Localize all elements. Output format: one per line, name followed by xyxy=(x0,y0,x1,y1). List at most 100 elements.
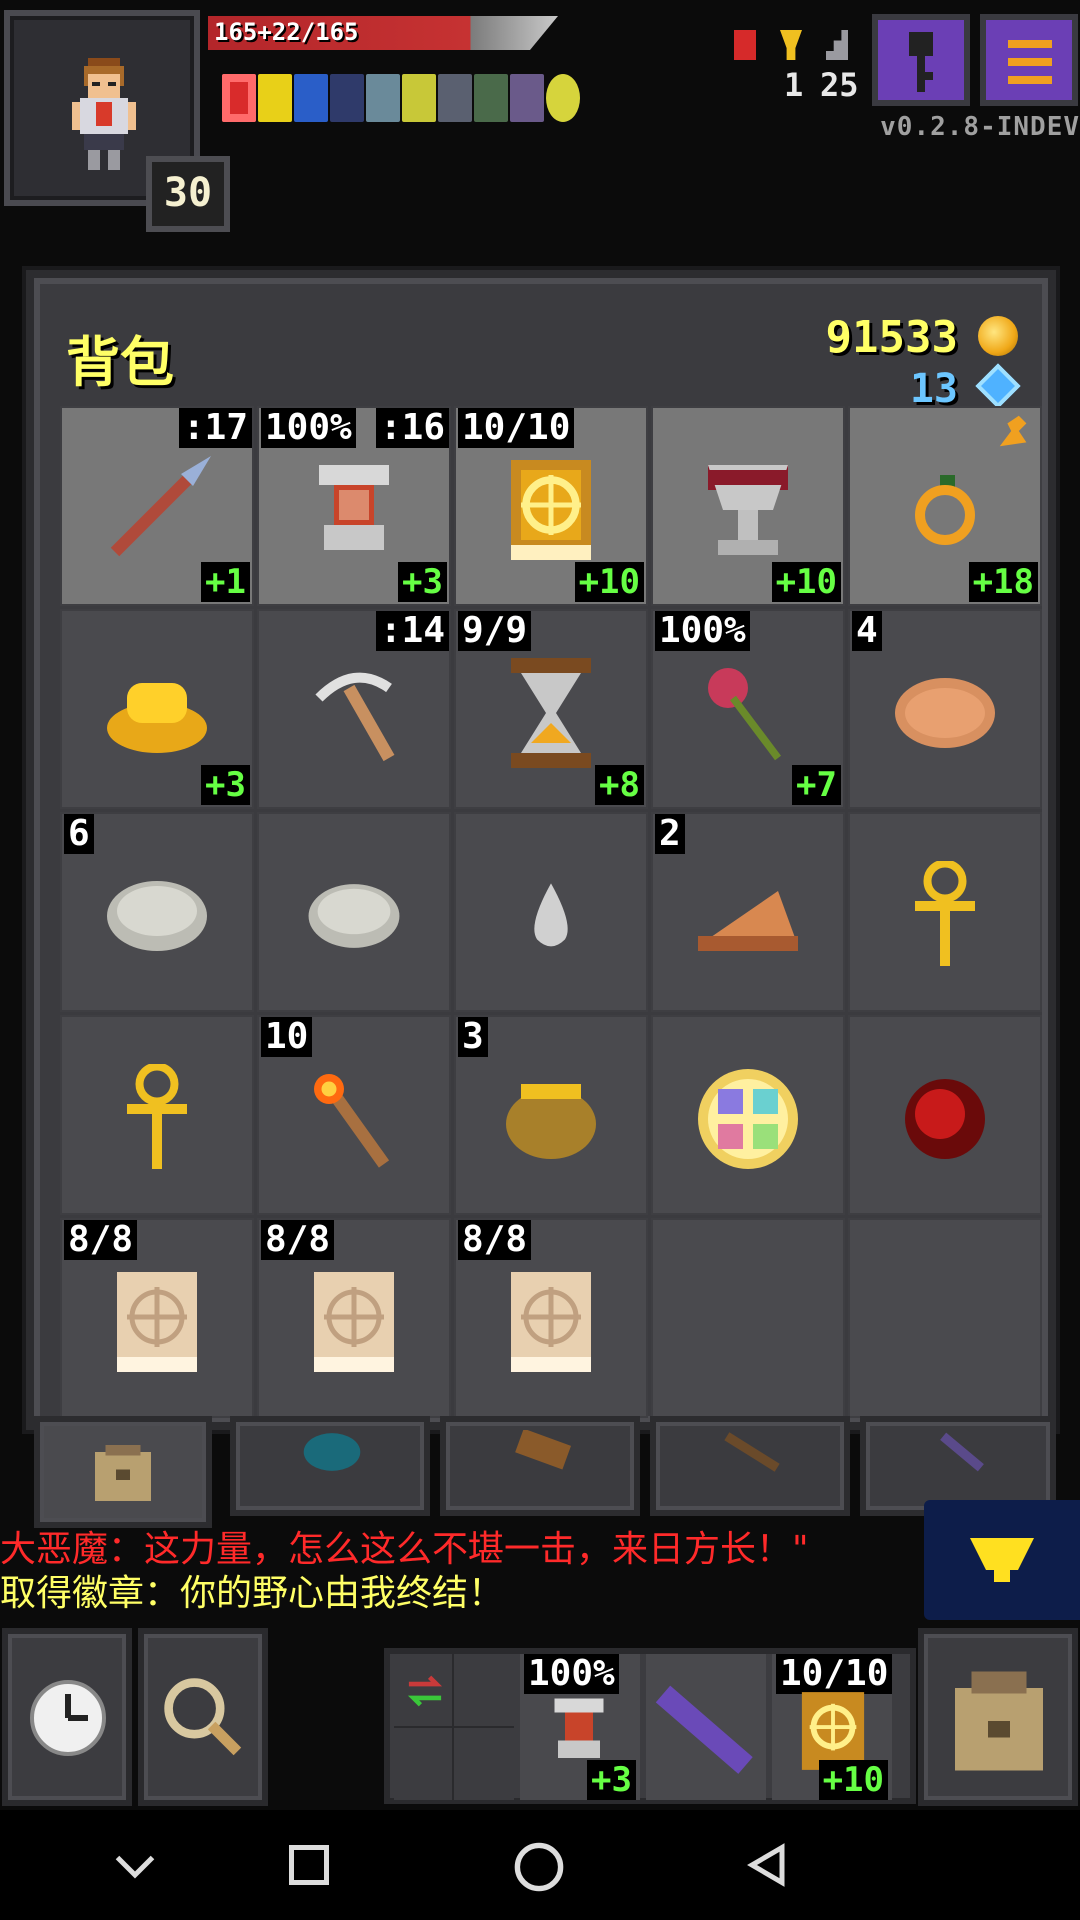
health-text: 165+22/165 xyxy=(214,18,359,46)
quickslot-swap[interactable] xyxy=(394,1654,514,1800)
inventory-slot[interactable] xyxy=(651,1015,845,1215)
spellbook-icon xyxy=(511,460,591,560)
slot-charge: :16 xyxy=(375,408,449,448)
scroll-holder-icon xyxy=(515,1430,572,1470)
inventory-slot[interactable]: 8/8 xyxy=(257,1218,451,1418)
inventory-grid: :17 +1 100% :16 +3 10/10 +10 +10 +18 +3 … xyxy=(60,406,1042,1418)
inventory-button[interactable] xyxy=(918,1628,1078,1806)
armor-icon xyxy=(319,465,389,550)
backpack-icon xyxy=(95,1445,151,1501)
quickslot[interactable]: 10/10 +10 xyxy=(772,1654,893,1800)
counter-a: 1 xyxy=(784,66,804,104)
chalice-icon xyxy=(708,465,788,555)
red-orb-icon xyxy=(905,1079,985,1159)
buff-icon[interactable] xyxy=(402,74,436,122)
inventory-slot[interactable] xyxy=(848,1015,1042,1215)
back-icon[interactable] xyxy=(742,1840,792,1890)
menu-button[interactable] xyxy=(980,14,1078,106)
slot-status: 8/8 xyxy=(458,1220,532,1260)
slot-upgrade: +3 xyxy=(587,1760,636,1800)
inventory-slot[interactable]: 2 xyxy=(651,812,845,1012)
inventory-slot[interactable]: 8/8 xyxy=(454,1218,648,1418)
ring-icon xyxy=(915,475,975,545)
rose-icon xyxy=(708,668,781,761)
log-line: 大恶魔：这力量，怎么这么不堪一击，来日方长！" xyxy=(0,1529,809,1570)
ankh-icon xyxy=(915,861,975,966)
inventory-slot[interactable]: 100% +7 xyxy=(651,609,845,809)
backpack-title: 背包 xyxy=(66,331,174,394)
slot-status: 100% xyxy=(524,1654,619,1694)
slot-status: 8/8 xyxy=(64,1220,138,1260)
quickslot-bar: 100% +3 10/10 +10 xyxy=(384,1648,916,1804)
slot-upgrade: +1 xyxy=(201,562,250,602)
slot-upgrade: +3 xyxy=(201,765,250,805)
buff-icon[interactable] xyxy=(294,74,328,122)
slot-count: 6 xyxy=(64,814,94,854)
buff-icon[interactable] xyxy=(438,74,472,122)
inventory-slot[interactable] xyxy=(454,812,648,1012)
tab-backpack[interactable] xyxy=(34,1416,212,1528)
challenge-icon xyxy=(734,30,756,60)
hud: 30 165+22/165 1 25 v0.2.8-INDEV xyxy=(0,0,1080,250)
buff-icon[interactable] xyxy=(222,74,256,122)
buff-icon[interactable] xyxy=(258,74,292,122)
tab-scroll-holder[interactable] xyxy=(440,1416,640,1516)
buff-icon[interactable] xyxy=(366,74,400,122)
inventory-slot[interactable]: 3 xyxy=(454,1015,648,1215)
inventory-slot[interactable]: 9/9 +8 xyxy=(454,609,648,809)
slot-upgrade: +7 xyxy=(792,765,841,805)
buff-icon[interactable] xyxy=(330,74,364,122)
slot-count: 2 xyxy=(655,814,685,854)
swap-icon xyxy=(407,1675,443,1707)
bag-tabs xyxy=(34,1416,1064,1536)
buff-icon[interactable] xyxy=(474,74,508,122)
hero-sprite-icon xyxy=(72,58,136,170)
journal-button[interactable] xyxy=(872,14,970,106)
inventory-slot[interactable]: +3 xyxy=(60,609,254,809)
home-icon[interactable] xyxy=(512,1840,566,1894)
tab-seed-pouch[interactable] xyxy=(230,1416,430,1516)
inventory-slot[interactable]: +10 xyxy=(651,406,845,606)
inventory-slot-empty[interactable] xyxy=(848,1218,1042,1418)
runner-icon xyxy=(999,415,1027,447)
inventory-slot[interactable] xyxy=(257,812,451,1012)
torch-icon xyxy=(314,1074,390,1168)
inventory-slot[interactable] xyxy=(848,812,1042,1012)
depth-counters: 1 25 xyxy=(728,30,859,104)
bottom-toolbar: 100% +3 10/10 +10 xyxy=(0,1628,1080,1808)
honeypot-icon xyxy=(506,1084,596,1159)
recents-icon[interactable] xyxy=(284,1840,334,1890)
inventory-slot[interactable]: 4 xyxy=(848,609,1042,809)
inventory-slot[interactable]: 8/8 xyxy=(60,1218,254,1418)
inventory-slot[interactable]: 6 xyxy=(60,812,254,1012)
quickslot[interactable]: 100% +3 xyxy=(520,1654,640,1800)
trophy-icon xyxy=(780,30,802,60)
gold-count: 91533 xyxy=(825,312,958,363)
wait-button[interactable] xyxy=(2,1628,132,1806)
slot-status: 100% xyxy=(261,408,356,448)
slot-count: 10 xyxy=(261,1017,313,1057)
gem-icon xyxy=(975,363,1021,409)
inventory-slot[interactable]: :14 xyxy=(257,609,451,809)
inventory-slot[interactable]: 100% :16 +3 xyxy=(257,406,451,606)
inventory-slot[interactable]: 10/10 +10 xyxy=(454,406,648,606)
message-log: 大恶魔：这力量，怎么这么不堪一击，来日方长！" 取得徽章：你的野心由我终结！ xyxy=(0,1528,1080,1616)
scroll-icon xyxy=(314,1272,394,1372)
chevron-down-icon[interactable] xyxy=(110,1840,160,1890)
inventory-slot[interactable]: 10 xyxy=(257,1015,451,1215)
tab-potion-bandolier[interactable] xyxy=(650,1416,850,1516)
search-button[interactable] xyxy=(138,1628,268,1806)
armor-icon xyxy=(554,1698,604,1758)
inventory-slot[interactable]: :17 +1 xyxy=(60,406,254,606)
slot-charge: :14 xyxy=(375,611,449,651)
backpack-window: 背包 91533 13 :17 +1 100% :16 +3 10/10 +10… xyxy=(26,270,1056,1528)
quickslot[interactable] xyxy=(646,1654,766,1800)
slot-count: 3 xyxy=(458,1017,488,1057)
inventory-slot-empty[interactable] xyxy=(651,1218,845,1418)
buff-list xyxy=(222,74,580,122)
inventory-slot[interactable] xyxy=(60,1015,254,1215)
buff-icon[interactable] xyxy=(546,74,580,122)
slot-status: 8/8 xyxy=(261,1220,335,1260)
buff-icon[interactable] xyxy=(510,74,544,122)
inventory-slot[interactable]: +18 xyxy=(848,406,1042,606)
